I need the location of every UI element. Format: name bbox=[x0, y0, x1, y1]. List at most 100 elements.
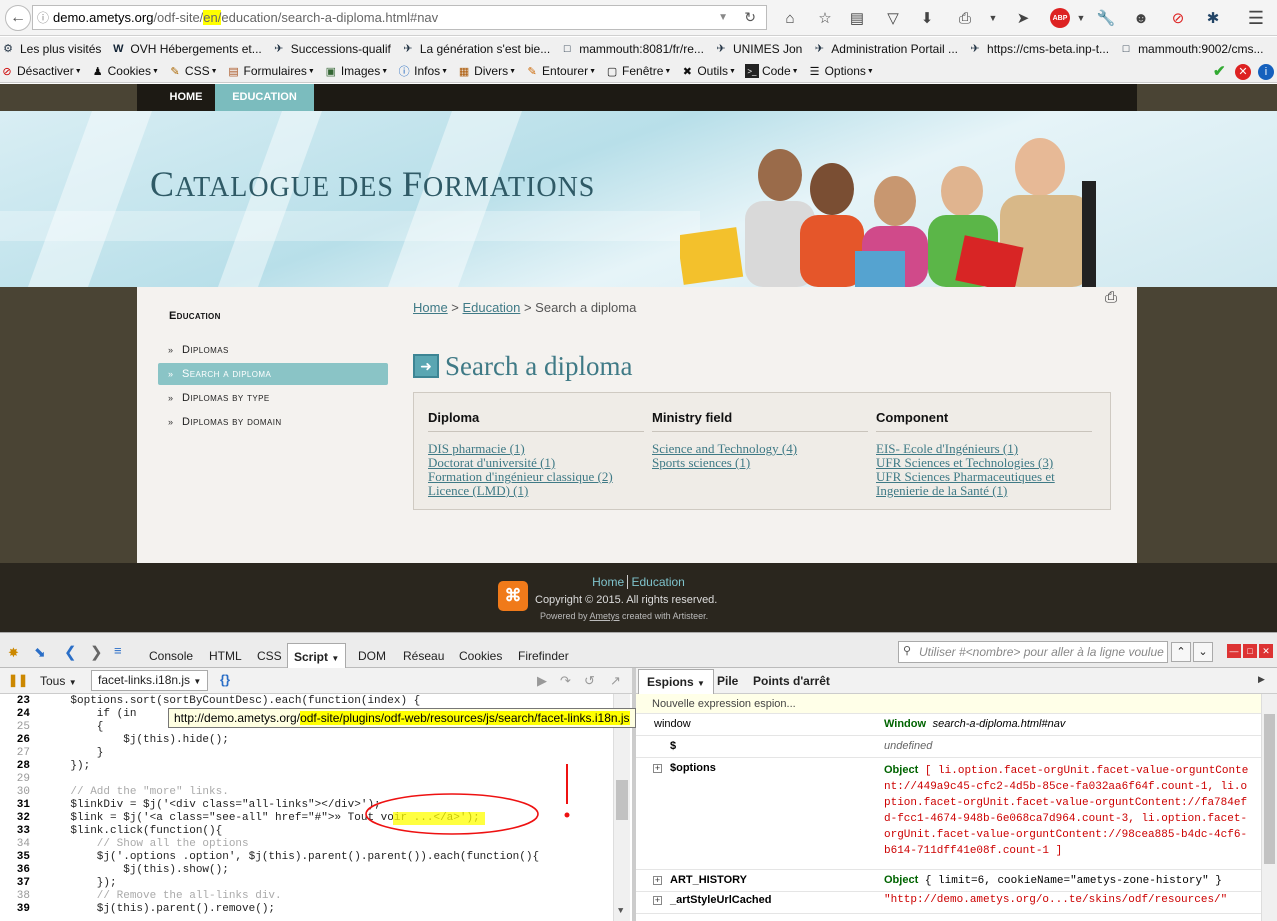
reading-list-icon[interactable]: ▤ bbox=[847, 8, 867, 28]
tab-network[interactable]: Réseau bbox=[397, 643, 450, 669]
tab-html[interactable]: HTML bbox=[203, 643, 248, 669]
wrench-icon[interactable]: 🔧 bbox=[1096, 8, 1116, 28]
adblock-icon[interactable]: ABP bbox=[1050, 8, 1070, 28]
tab-firefinder[interactable]: Firefinder bbox=[512, 643, 575, 669]
watch-row[interactable]: + _artStyleUrlCached "http://demo.ametys… bbox=[636, 892, 1261, 914]
bookmark-item[interactable]: ✈ Successions-qualif bbox=[271, 42, 391, 56]
home-icon[interactable]: ⌂ bbox=[780, 8, 800, 28]
chevron-down-icon[interactable]: ⌄ bbox=[1193, 642, 1213, 662]
facet-link[interactable]: UFR Sciences et Technologies (3) bbox=[876, 456, 1092, 470]
filter-dropdown[interactable]: Tous ▼ bbox=[34, 672, 83, 690]
bookmark-item[interactable]: ⚙ Les plus visités bbox=[0, 42, 101, 56]
tab-console[interactable]: Console bbox=[143, 643, 199, 669]
bookmark-item[interactable]: ✈ La génération s'est bie... bbox=[400, 42, 550, 56]
tab-stack[interactable]: Pile bbox=[717, 674, 738, 688]
bookmark-item[interactable]: □ mammouth:8081/fr/re... bbox=[559, 42, 704, 56]
pretty-print-button[interactable]: {} bbox=[220, 672, 230, 687]
chevron-up-icon[interactable]: ⌃ bbox=[1171, 642, 1191, 662]
print-icon[interactable]: ⎙ bbox=[1105, 289, 1117, 306]
webdev-menu[interactable]: ☰ Options ▼ bbox=[808, 64, 874, 78]
tab-css[interactable]: CSS bbox=[251, 643, 288, 669]
watch-row[interactable]: window Window search-a-diploma.html#nav bbox=[636, 714, 1261, 736]
play-icon[interactable]: ▶ bbox=[537, 673, 547, 689]
webdev-menu[interactable]: ▦ Divers ▼ bbox=[457, 64, 516, 78]
url-dropdown-icon[interactable]: ▼ bbox=[718, 12, 728, 23]
webdev-menu[interactable]: ▢ Fenêtre ▼ bbox=[605, 64, 672, 78]
webdev-menu[interactable]: ✎ Entourer ▼ bbox=[525, 64, 596, 78]
code-scrollbar[interactable]: ▼ bbox=[613, 694, 630, 921]
rss-icon[interactable]: ⌘ bbox=[498, 581, 528, 611]
webdev-menu[interactable]: ⊘ Désactiver ▼ bbox=[0, 64, 81, 78]
pocket-icon[interactable]: ▽ bbox=[883, 8, 903, 28]
firebug-search-input[interactable]: Utiliser #<nombre> pour aller à la ligne… bbox=[898, 641, 1168, 663]
inspect-icon[interactable]: ⬊ bbox=[34, 644, 46, 661]
watch-scrollbar[interactable] bbox=[1261, 694, 1277, 921]
facet-link[interactable]: Doctorat d'université (1) bbox=[428, 456, 644, 470]
chat-icon[interactable]: ☻ bbox=[1131, 8, 1151, 28]
info-icon[interactable]: i bbox=[1258, 64, 1274, 80]
download-icon[interactable]: ⬇ bbox=[917, 8, 937, 28]
watch-row[interactable]: $ undefined bbox=[636, 736, 1261, 758]
back-arrow-icon[interactable]: ❮ bbox=[64, 643, 77, 661]
webdev-menu[interactable]: ⓘ Infos ▼ bbox=[397, 64, 448, 78]
bookmark-item[interactable]: ✈ UNIMES Jon bbox=[713, 42, 802, 56]
tab-cookies[interactable]: Cookies bbox=[453, 643, 508, 669]
close-icon[interactable]: ✕ bbox=[1235, 64, 1251, 80]
webdev-menu[interactable]: ♟ Cookies ▼ bbox=[91, 64, 159, 78]
watch-row[interactable]: + $options Object [ li.option.facet-orgU… bbox=[636, 758, 1261, 870]
nav-education[interactable]: EDUCATION bbox=[215, 84, 314, 111]
breadcrumb-home[interactable]: Home bbox=[413, 300, 448, 315]
webdev-menu[interactable]: ✖ Outils ▼ bbox=[680, 64, 736, 78]
bookmark-item[interactable]: □ mammouth:9002/cms... bbox=[1118, 42, 1264, 56]
check-icon[interactable]: ✔ bbox=[1213, 62, 1226, 80]
facet-link[interactable]: UFR Sciences Pharmaceutiques et bbox=[876, 470, 1092, 484]
expand-icon[interactable]: + bbox=[653, 896, 662, 905]
pause-icon[interactable]: ❚❚ bbox=[8, 673, 28, 687]
bookmark-item[interactable]: ✈ Administration Portail ... bbox=[811, 42, 958, 56]
chevron-right-icon[interactable]: ▶ bbox=[1258, 674, 1265, 685]
sidebar-item-diplomas-by-type[interactable]: » Diplomas by type bbox=[158, 387, 388, 409]
url-field[interactable]: ⓘ demo.ametys.org/odf-site/en/education/… bbox=[32, 5, 767, 30]
facet-link[interactable]: EIS- Ecole d'Ingénieurs (1) bbox=[876, 442, 1092, 456]
bookmark-item[interactable]: ✈ https://cms-beta.inp-t... bbox=[967, 42, 1109, 56]
webdev-menu[interactable]: ✎ CSS ▼ bbox=[168, 64, 217, 78]
minimize-icon[interactable]: — bbox=[1227, 644, 1241, 658]
print-icon[interactable]: ⎙ bbox=[955, 8, 975, 28]
facet-link[interactable]: Science and Technology (4) bbox=[652, 442, 868, 456]
facet-link[interactable]: Sports sciences (1) bbox=[652, 456, 868, 470]
scroll-thumb[interactable] bbox=[616, 780, 628, 820]
firebug-icon[interactable]: ✸ bbox=[8, 645, 19, 661]
tab-script[interactable]: Script ▼ bbox=[287, 643, 347, 669]
adblock-dropdown-icon[interactable]: ▼ bbox=[1071, 8, 1091, 28]
sidebar-item-diplomas-by-domain[interactable]: » Diplomas by domain bbox=[158, 411, 388, 433]
expand-icon[interactable]: + bbox=[653, 764, 662, 773]
back-button[interactable]: ← bbox=[5, 4, 31, 31]
facet-link[interactable]: Licence (LMD) (1) bbox=[428, 484, 644, 498]
reload-icon[interactable]: ↻ bbox=[744, 9, 756, 26]
info-icon[interactable]: ⓘ bbox=[33, 9, 53, 26]
nav-home[interactable]: HOME bbox=[155, 84, 217, 111]
facet-link[interactable]: Formation d'ingénieur classique (2) bbox=[428, 470, 644, 484]
facet-link[interactable]: Ingenierie de la Santé (1) bbox=[876, 484, 1092, 498]
step-out-icon[interactable]: ↗ bbox=[610, 673, 621, 689]
forward-arrow-icon[interactable]: ❯ bbox=[90, 643, 103, 661]
file-dropdown[interactable]: facet-links.i18n.js ▼ bbox=[91, 670, 209, 691]
accessibility-icon[interactable]: ✱ bbox=[1203, 8, 1223, 28]
command-line-icon[interactable]: ≡ bbox=[114, 643, 122, 658]
print-dropdown-icon[interactable]: ▼ bbox=[983, 8, 1003, 28]
sidebar-item-diplomas[interactable]: » Diplomas bbox=[158, 339, 388, 361]
webdev-menu[interactable]: ▤ Formulaires ▼ bbox=[227, 64, 315, 78]
scroll-thumb[interactable] bbox=[1264, 714, 1275, 864]
new-watch-expression[interactable]: Nouvelle expression espion... bbox=[636, 694, 1277, 714]
breadcrumb-education[interactable]: Education bbox=[463, 300, 521, 315]
bookmark-item[interactable]: W OVH Hébergements et... bbox=[110, 42, 262, 56]
send-icon[interactable]: ➤ bbox=[1013, 8, 1033, 28]
detach-icon[interactable]: □ bbox=[1243, 644, 1257, 658]
tab-dom[interactable]: DOM bbox=[352, 643, 392, 669]
webdev-menu[interactable]: ▣ Images ▼ bbox=[324, 64, 389, 78]
sidebar-item-search-diploma[interactable]: » Search a diploma bbox=[158, 363, 388, 385]
close-icon[interactable]: ✕ bbox=[1259, 644, 1273, 658]
tab-watch[interactable]: Espions ▼ bbox=[638, 669, 714, 694]
footer-link-education[interactable]: Education bbox=[631, 575, 684, 589]
chevron-down-icon[interactable]: ▼ bbox=[618, 906, 623, 916]
